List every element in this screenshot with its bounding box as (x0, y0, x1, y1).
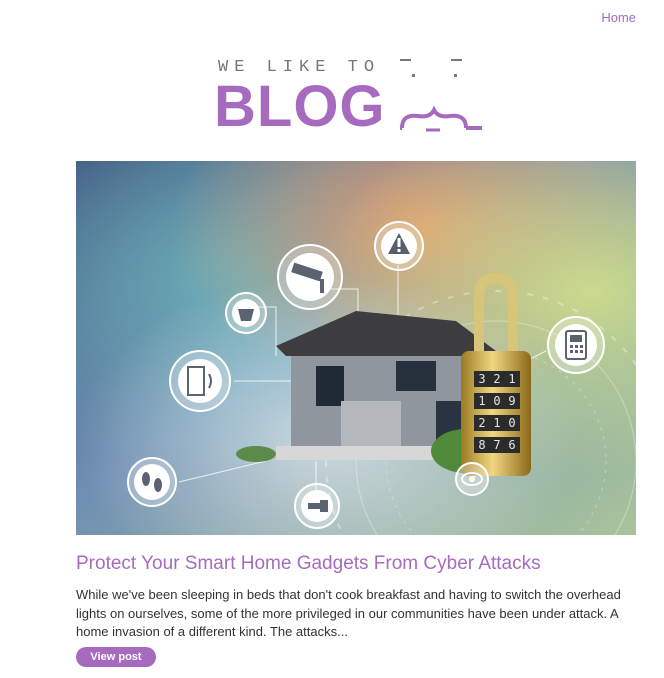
site-logo[interactable]: WE LIKE TO BLOG (214, 56, 499, 136)
cctv-camera-icon (277, 244, 343, 310)
key-icon (294, 483, 340, 529)
padlock-digit: 3 (478, 372, 485, 386)
post-title[interactable]: Protect Your Smart Home Gadgets From Cyb… (76, 553, 541, 575)
padlock-digit: 2 (478, 416, 485, 430)
padlock-digit: 6 (508, 438, 515, 452)
intercom-icon (547, 316, 605, 374)
logo-wordmark: BLOG (214, 74, 386, 139)
warning-icon (374, 221, 424, 271)
post-excerpt: While we've been sleeping in beds that d… (76, 587, 621, 639)
padlock-digit: 9 (508, 394, 515, 408)
footprints-icon (127, 457, 177, 507)
padlock-digit: 1 (508, 372, 515, 386)
smoke-detector-icon (225, 292, 267, 334)
hero-image[interactable]: 321109210876 (76, 161, 636, 535)
nav-home-link[interactable]: Home (601, 10, 636, 25)
padlock-digit: 8 (478, 438, 485, 452)
padlock-digit: 1 (478, 394, 485, 408)
padlock-digit: 0 (493, 394, 500, 408)
logo-face-icon (400, 59, 482, 132)
padlock-digit: 1 (493, 416, 500, 430)
eye-icon (455, 462, 489, 496)
padlock-digit: 7 (493, 438, 500, 452)
padlock-digit: 0 (508, 416, 515, 430)
padlock-digit: 2 (493, 372, 500, 386)
view-post-button[interactable]: View post (76, 647, 156, 667)
door-icon (169, 350, 231, 412)
